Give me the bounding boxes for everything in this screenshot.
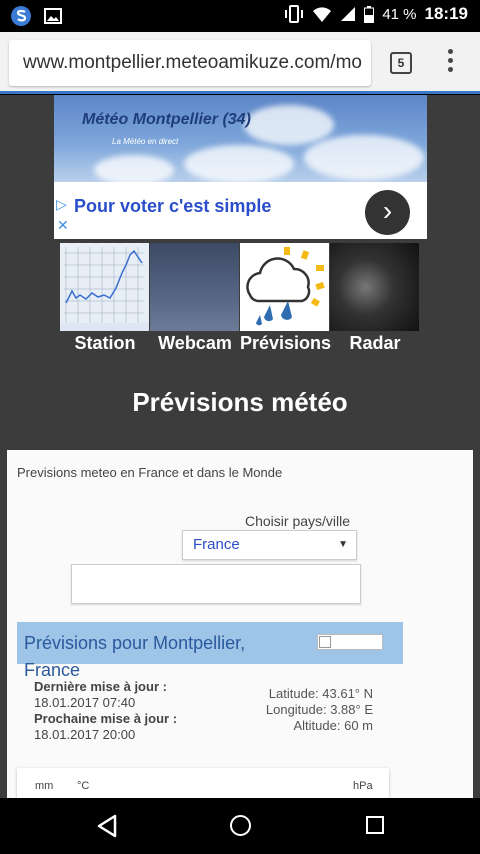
nav-webcam-link[interactable]: Webcam bbox=[150, 333, 240, 354]
latitude: Latitude: 43.61° N bbox=[268, 686, 373, 701]
nav-tiles bbox=[60, 243, 423, 331]
url-text[interactable]: www.montpellier.meteoamikuze.com/mo bbox=[23, 52, 362, 74]
ad-banner[interactable]: ▷ ✕ Pour voter c'est simple › bbox=[54, 182, 427, 239]
forecast-table: mm °C hPa bbox=[17, 768, 389, 798]
weather-forecast-icon bbox=[246, 247, 325, 326]
altitude: Altitude: 60 m bbox=[293, 718, 374, 733]
ad-close-icon[interactable]: ✕ bbox=[57, 217, 69, 234]
browser-toolbar: www.montpellier.meteoamikuze.com/mo 5 bbox=[0, 32, 480, 94]
overflow-menu-icon[interactable] bbox=[445, 49, 455, 77]
banner-subtitle: La Météo en direct bbox=[112, 137, 179, 146]
site-banner[interactable]: Météo Montpellier (34) La Météo en direc… bbox=[54, 95, 427, 182]
vibrate-icon bbox=[285, 5, 304, 23]
intro-text: Previsions meteo en France et dans le Mo… bbox=[17, 465, 283, 480]
country-selected-value[interactable]: France bbox=[193, 536, 240, 553]
next-update-label: Prochaine mise à jour : bbox=[34, 711, 178, 726]
nav-station-link[interactable]: Station bbox=[60, 333, 150, 354]
table-header-hpa: hPa bbox=[353, 780, 373, 792]
forecast-title-line1: Prévisions pour Montpellier, bbox=[24, 633, 246, 653]
web-page: Météo Montpellier (34) La Météo en direc… bbox=[0, 95, 480, 798]
last-update-value: 18.01.2017 07:40 bbox=[34, 695, 136, 710]
dropdown-arrow-icon[interactable]: ▼ bbox=[338, 539, 348, 550]
table-header-celsius: °C bbox=[77, 780, 90, 792]
longitude: Longitude: 3.88° E bbox=[265, 702, 373, 717]
ad-text[interactable]: Pour voter c'est simple bbox=[74, 196, 271, 217]
back-icon[interactable] bbox=[96, 814, 118, 838]
forecast-title-line2: France bbox=[24, 660, 81, 680]
city-input[interactable] bbox=[71, 564, 361, 604]
table-header-mm: mm bbox=[35, 780, 54, 792]
broken-image-icon bbox=[317, 634, 383, 650]
forecast-title: Prévisions pour Montpellier, France bbox=[24, 630, 314, 684]
wifi-icon bbox=[313, 7, 332, 23]
radar-tile[interactable] bbox=[330, 243, 419, 331]
station-chart-thumbnail bbox=[60, 247, 149, 331]
webcam-tile[interactable] bbox=[150, 243, 239, 331]
status-bar: 41 % 18:19 bbox=[0, 0, 480, 32]
location-coordinates: Latitude: 43.61° N Longitude: 3.88° E Al… bbox=[237, 686, 373, 734]
system-nav-bar bbox=[0, 798, 480, 854]
station-tile[interactable] bbox=[60, 243, 149, 331]
address-bar[interactable]: www.montpellier.meteoamikuze.com/mo bbox=[9, 40, 371, 86]
banner-title: Météo Montpellier (34) bbox=[82, 111, 251, 128]
choose-location-label: Choisir pays/ville bbox=[245, 513, 351, 529]
page-title: Prévisions météo bbox=[132, 387, 348, 417]
update-info: Dernière mise à jour : 18.01.2017 07:40 … bbox=[34, 679, 177, 743]
battery-icon bbox=[364, 5, 375, 23]
adchoices-icon[interactable]: ▷ bbox=[56, 196, 67, 213]
home-icon[interactable] bbox=[230, 815, 251, 836]
nav-labels: Station Webcam Prévisions Radar bbox=[60, 333, 423, 354]
tab-switcher-button[interactable]: 5 bbox=[390, 52, 412, 74]
app-s-icon bbox=[11, 6, 31, 26]
next-update-value: 18.01.2017 20:00 bbox=[34, 727, 136, 742]
image-notification-icon bbox=[44, 8, 62, 24]
forecast-tile[interactable] bbox=[240, 243, 329, 331]
ad-arrow-button[interactable]: › bbox=[365, 190, 410, 235]
battery-percent: 41 % bbox=[382, 5, 417, 23]
clock: 18:19 bbox=[424, 4, 468, 23]
forecast-panel: Previsions meteo en France et dans le Mo… bbox=[7, 450, 473, 798]
recents-icon[interactable] bbox=[366, 816, 384, 834]
country-select[interactable]: France ▼ bbox=[182, 530, 357, 560]
nav-radar-link[interactable]: Radar bbox=[330, 333, 420, 354]
nav-forecast-link[interactable]: Prévisions bbox=[240, 333, 331, 354]
signal-icon bbox=[341, 7, 356, 21]
last-update-label: Dernière mise à jour : bbox=[34, 679, 167, 694]
